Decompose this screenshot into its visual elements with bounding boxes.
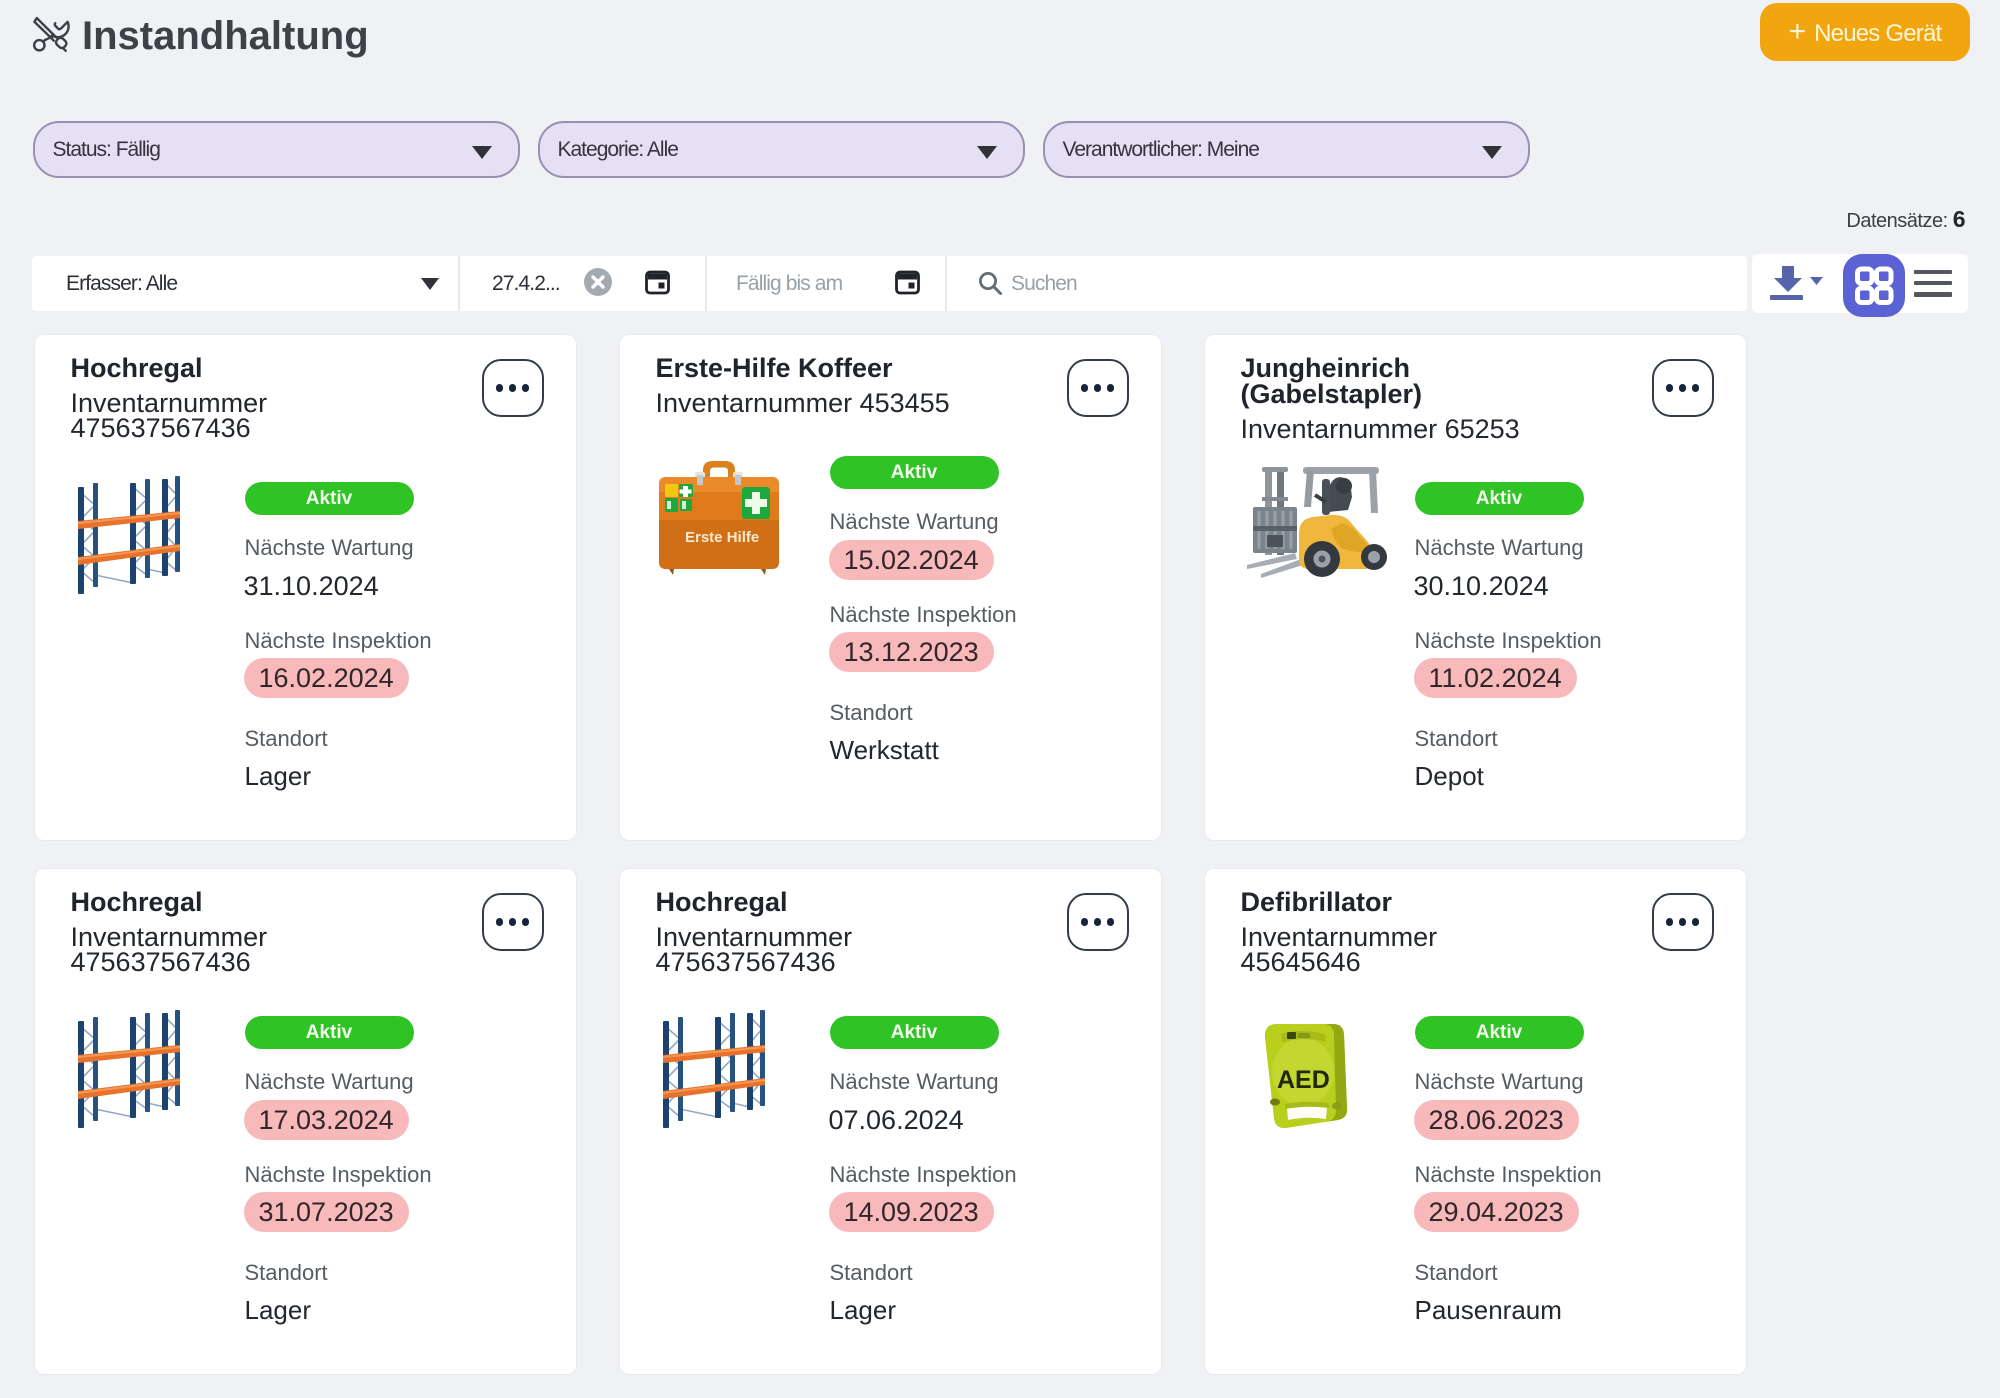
svg-text:AED: AED <box>1277 1066 1330 1094</box>
svg-text:Erste Hilfe: Erste Hilfe <box>685 529 759 546</box>
